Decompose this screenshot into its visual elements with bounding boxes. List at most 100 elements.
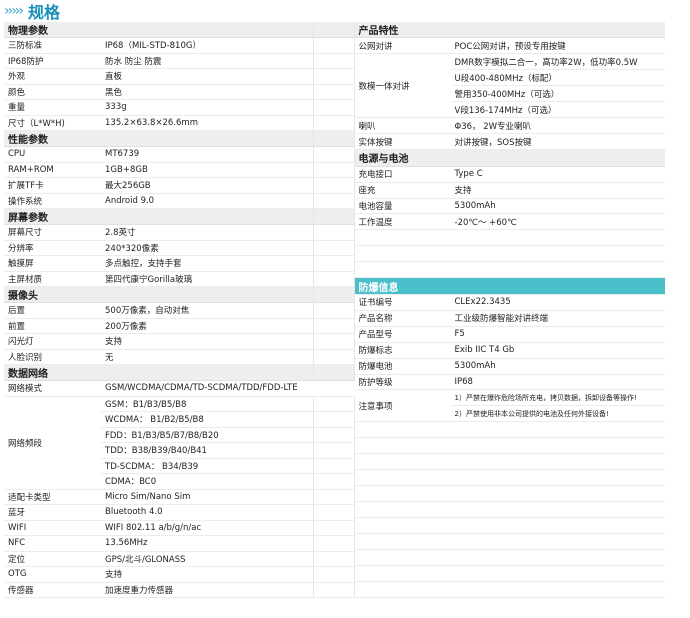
table-row: 防护等级 IP68 bbox=[354, 374, 665, 391]
spacer-cell bbox=[312, 146, 355, 163]
row-value: 对讲按键，SOS按键 bbox=[450, 133, 665, 151]
table-row: 公网对讲 POC公网对讲，预设专用按键 bbox=[354, 37, 665, 55]
row-label: 人脸识别 bbox=[4, 349, 101, 365]
table-row: 触摸屏 多点触控，支持手套 bbox=[4, 255, 355, 272]
spacer-cell bbox=[312, 271, 355, 287]
empty-cell bbox=[450, 581, 665, 599]
empty-cell bbox=[354, 437, 451, 455]
page-title: 规格 bbox=[28, 3, 61, 22]
empty-cell bbox=[354, 549, 451, 566]
section-title: 屏幕参数 bbox=[4, 208, 313, 225]
empty-row bbox=[354, 229, 665, 247]
table-row: IP68防护 防水 防尘 防震 bbox=[4, 53, 355, 69]
spacer-cell bbox=[312, 504, 355, 521]
row-value: 加速度重力传感器 bbox=[101, 582, 313, 598]
empty-row bbox=[354, 469, 665, 487]
section-title: 摄像头 bbox=[4, 286, 313, 303]
section-title: 物理参数 bbox=[4, 22, 313, 38]
empty-cell bbox=[450, 469, 665, 487]
row-label: 触摸屏 bbox=[4, 255, 101, 272]
table-row: 蓝牙 Bluetooth 4.0 bbox=[4, 504, 355, 521]
spacer-cell bbox=[312, 224, 355, 241]
empty-cell bbox=[450, 245, 665, 263]
row-value: IP68 bbox=[450, 374, 665, 391]
row-value: Φ36， 2W专业喇叭 bbox=[450, 117, 665, 135]
row-label: 定位 bbox=[4, 551, 101, 567]
empty-row bbox=[354, 437, 665, 455]
spacer-cell bbox=[312, 535, 355, 552]
empty-cell bbox=[354, 581, 451, 599]
empty-row bbox=[354, 501, 665, 519]
row-label: 网络频段 bbox=[4, 396, 101, 490]
empty-cell bbox=[354, 565, 451, 582]
band-value: CDMA：BC0 bbox=[101, 473, 313, 490]
empty-cell bbox=[450, 453, 665, 471]
row-label: 闪光灯 bbox=[4, 333, 101, 350]
row-label: 产品型号 bbox=[354, 326, 451, 343]
note-value: 1）严禁在爆炸危险场所充电，拷贝数据，拆卸设备等操作! bbox=[450, 389, 665, 407]
row-value: 警用350-400MHz（可选） bbox=[450, 85, 665, 103]
spacer-cell bbox=[312, 99, 355, 116]
table-row: 三防标准 IP68（MIL-STD-810G） bbox=[4, 37, 355, 54]
row-value: 支持 bbox=[101, 566, 313, 583]
row-label: 蓝牙 bbox=[4, 504, 101, 521]
row-label: 适配卡类型 bbox=[4, 489, 101, 505]
spacer-cell bbox=[312, 566, 355, 583]
row-value: 防水 防尘 防震 bbox=[101, 53, 313, 69]
row-value: POC公网对讲，预设专用按键 bbox=[450, 37, 665, 55]
row-value: 2.8英寸 bbox=[101, 224, 313, 241]
row-label: 主屏材质 bbox=[4, 271, 101, 287]
spacer-cell bbox=[312, 427, 355, 443]
table-row: 颜色 黑色 bbox=[4, 84, 355, 100]
section-title: 数据网络 bbox=[4, 364, 313, 381]
empty-cell bbox=[354, 421, 451, 439]
empty-cell bbox=[450, 437, 665, 455]
table-row: WIFI WIFI 802.11 a/b/g/n/ac bbox=[4, 520, 355, 536]
row-label: 产品名称 bbox=[354, 310, 451, 327]
row-label: 电池容量 bbox=[354, 198, 451, 215]
spacer-cell bbox=[312, 489, 355, 505]
row-value: Micro Sim/Nano Sim bbox=[101, 489, 313, 505]
row-value: 5300mAh bbox=[450, 358, 665, 375]
spacer-cell bbox=[312, 396, 355, 412]
row-value: Exib IIC T4 Gb bbox=[450, 342, 665, 359]
spacer-cell bbox=[312, 473, 355, 490]
row-value: -20℃～ +60℃ bbox=[450, 213, 665, 231]
row-value: 第四代康宁Gorilla玻璃 bbox=[101, 271, 313, 287]
empty-cell bbox=[354, 485, 451, 503]
band-value: FDD：B1/B3/B5/B7/B8/B20 bbox=[101, 427, 313, 443]
table-row: 尺寸（L*W*H) 135.2×63.8×26.6mm bbox=[4, 115, 355, 131]
row-label: NFC bbox=[4, 535, 101, 552]
empty-cell bbox=[450, 485, 665, 503]
row-value: Bluetooth 4.0 bbox=[101, 504, 313, 521]
left-spec-table: 物理参数 三防标准 IP68（MIL-STD-810G） IP68防护 防水 防尘 防震… bbox=[4, 22, 355, 598]
section-title: 产品特性 bbox=[354, 22, 665, 39]
row-label: 喇叭 bbox=[354, 117, 451, 135]
spacer-cell bbox=[312, 130, 355, 147]
row-value: 500万像素，自动对焦 bbox=[101, 302, 313, 319]
empty-cell bbox=[354, 533, 451, 550]
spacer-cell bbox=[312, 84, 355, 100]
spacer-cell bbox=[312, 68, 355, 85]
table-row: 产品型号 F5 bbox=[354, 326, 665, 343]
row-label: 尺寸（L*W*H) bbox=[4, 115, 101, 131]
row-value: WIFI 802.11 a/b/g/n/ac bbox=[101, 520, 313, 536]
row-label: 充电接口 bbox=[354, 166, 451, 183]
table-row: 传感器 加速度重力传感器 bbox=[4, 582, 355, 598]
table-row: 证书编号 CLEx22.3435 bbox=[354, 294, 665, 311]
spec-tables: 物理参数 三防标准 IP68（MIL-STD-810G） IP68防护 防水 防尘 防震… bbox=[0, 22, 690, 599]
section-header: 屏幕参数 bbox=[4, 208, 355, 225]
row-label: WIFI bbox=[4, 520, 101, 536]
empty-cell bbox=[354, 501, 451, 519]
table-row: 定位 GPS/北斗/GLONASS bbox=[4, 551, 355, 567]
spacer-cell bbox=[312, 411, 355, 428]
table-row: 充电接口 Type C bbox=[354, 166, 665, 183]
spec-header: ››››› 规格 bbox=[0, 0, 690, 22]
table-row: 数模一体对讲 DMR数字模拟二合一，高功率2W，低功率0.5W bbox=[354, 53, 665, 119]
table-row: CPU MT6739 bbox=[4, 146, 355, 163]
spacer-cell bbox=[312, 349, 355, 365]
band-value: WCDMA： B1/B2/B5/B8 bbox=[101, 411, 313, 428]
row-label: 防护等级 bbox=[354, 374, 451, 391]
row-label: 网络模式 bbox=[4, 380, 101, 397]
row-value: V段136-174MHz（可选） bbox=[450, 101, 665, 119]
